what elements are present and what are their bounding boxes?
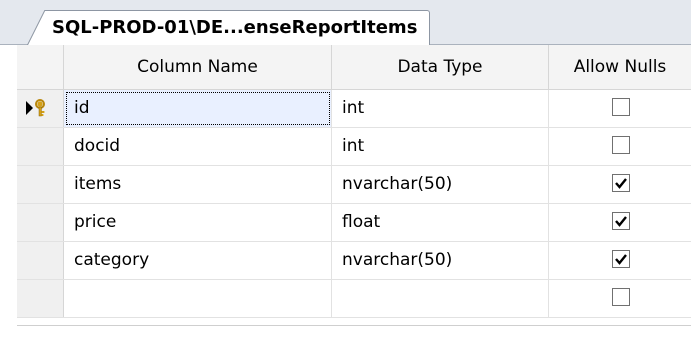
allow-nulls-cell	[549, 166, 691, 203]
table-row[interactable]	[17, 280, 691, 318]
allow-nulls-cell	[549, 90, 691, 127]
tab-title: SQL-PROD-01\DE...enseReportItems	[52, 17, 418, 38]
table-row[interactable]: id int	[17, 90, 691, 128]
row-selector-header	[17, 45, 64, 89]
row-selector[interactable]	[17, 166, 64, 203]
data-type-cell[interactable]: int	[332, 90, 549, 127]
allow-nulls-checkbox[interactable]	[612, 212, 630, 230]
row-selector[interactable]	[17, 204, 64, 241]
data-type-cell[interactable]: nvarchar(50)	[332, 166, 549, 203]
current-row-primary-key-icon	[26, 99, 45, 117]
column-grid: Column Name Data Type Allow Nulls id int d…	[17, 45, 691, 341]
allow-nulls-cell	[549, 128, 691, 165]
column-name-cell[interactable]: price	[64, 204, 332, 241]
table-designer-tab[interactable]: SQL-PROD-01\DE...enseReportItems	[27, 10, 431, 46]
allow-nulls-checkbox[interactable]	[612, 288, 630, 306]
table-row[interactable]: docid int	[17, 128, 691, 166]
row-selector[interactable]	[17, 280, 64, 317]
column-name-cell[interactable]: id	[64, 90, 332, 127]
column-name-text: price	[74, 212, 117, 232]
data-type-text: nvarchar(50)	[342, 250, 453, 270]
column-name-text: category	[74, 250, 150, 270]
checkmark-icon	[615, 216, 627, 227]
allow-nulls-checkbox[interactable]	[612, 136, 630, 154]
allow-nulls-cell	[549, 242, 691, 279]
column-name-text: docid	[74, 136, 121, 156]
row-selector[interactable]	[17, 242, 64, 279]
column-name-text: id	[74, 98, 90, 118]
column-name-header[interactable]: Column Name	[64, 45, 332, 89]
data-type-cell[interactable]: nvarchar(50)	[332, 242, 549, 279]
allow-nulls-checkbox[interactable]	[612, 250, 630, 268]
allow-nulls-header[interactable]: Allow Nulls	[549, 45, 691, 89]
data-type-header[interactable]: Data Type	[332, 45, 549, 89]
column-name-text: items	[74, 174, 122, 194]
document-tabstrip: SQL-PROD-01\DE...enseReportItems	[0, 0, 691, 46]
checkmark-icon	[615, 254, 627, 265]
grid-header-row: Column Name Data Type Allow Nulls	[17, 45, 691, 90]
data-type-cell[interactable]: int	[332, 128, 549, 165]
data-type-cell[interactable]: float	[332, 204, 549, 241]
column-name-cell[interactable]	[64, 280, 332, 317]
row-selector[interactable]	[17, 90, 64, 127]
allow-nulls-checkbox[interactable]	[612, 98, 630, 116]
data-type-cell[interactable]	[332, 280, 549, 317]
column-name-cell[interactable]: items	[64, 166, 332, 203]
table-row[interactable]: price float	[17, 204, 691, 242]
checkmark-icon	[615, 178, 627, 189]
column-name-cell[interactable]: category	[64, 242, 332, 279]
table-row[interactable]: items nvarchar(50)	[17, 166, 691, 204]
grid-bottom-border	[17, 325, 691, 326]
left-gutter	[0, 45, 17, 341]
allow-nulls-checkbox[interactable]	[612, 174, 630, 192]
data-type-text: int	[342, 98, 365, 118]
data-type-text: int	[342, 136, 365, 156]
allow-nulls-cell	[549, 204, 691, 241]
column-name-cell[interactable]: docid	[64, 128, 332, 165]
table-row[interactable]: category nvarchar(50)	[17, 242, 691, 280]
data-type-text: nvarchar(50)	[342, 174, 453, 194]
data-type-text: float	[342, 212, 381, 232]
row-selector[interactable]	[17, 128, 64, 165]
allow-nulls-cell	[549, 280, 691, 317]
